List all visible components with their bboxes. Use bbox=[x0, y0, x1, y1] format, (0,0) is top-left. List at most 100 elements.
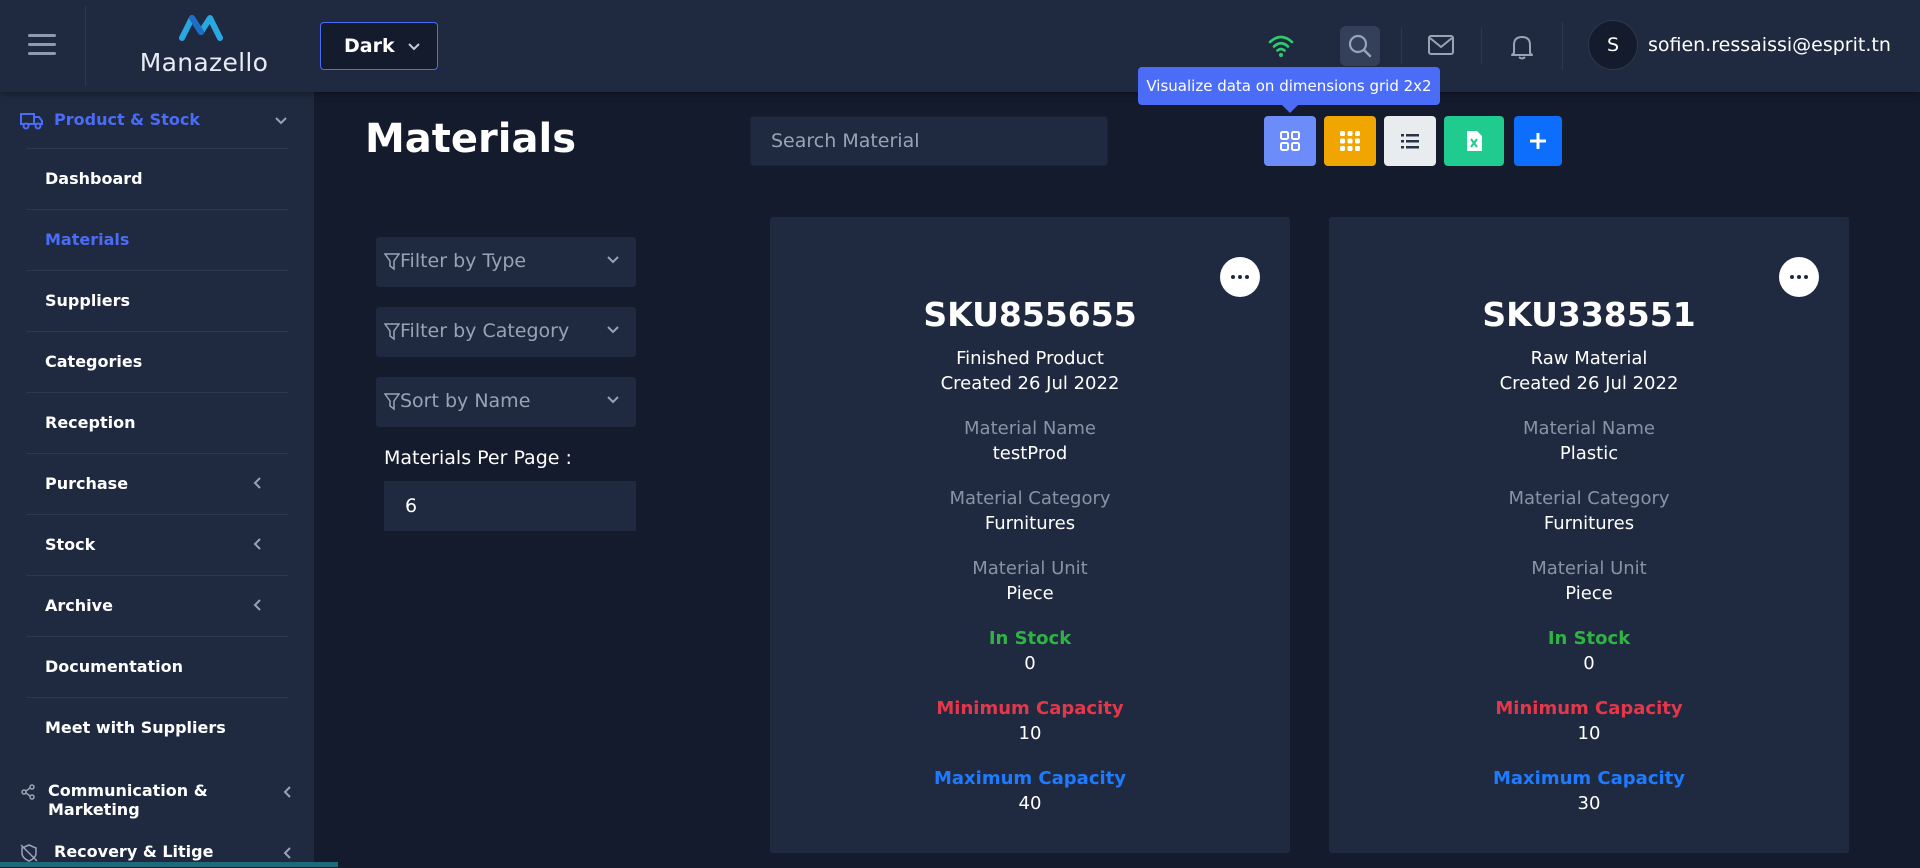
view-tooltip: Visualize data on dimensions grid 2x2 bbox=[1138, 67, 1440, 113]
sidebar-group-product-stock[interactable]: Product & Stock bbox=[20, 106, 290, 136]
divider bbox=[1481, 28, 1482, 64]
material-sku: SKU855655 bbox=[923, 295, 1137, 334]
chevron-down-icon bbox=[607, 256, 619, 264]
divider bbox=[1401, 28, 1402, 64]
sidebar: Product & Stock Dashboard Materials Supp… bbox=[0, 92, 320, 867]
filter-icon bbox=[384, 323, 400, 341]
sidebar-group-label: Product & Stock bbox=[54, 110, 200, 129]
divider bbox=[85, 6, 86, 86]
theme-select[interactable]: Dark bbox=[320, 22, 438, 70]
min-capacity-value: 10 bbox=[1018, 723, 1042, 744]
chevron-down-icon bbox=[408, 43, 420, 51]
sidebar-item-documentation[interactable]: Documentation bbox=[26, 637, 288, 698]
max-capacity-label: Maximum Capacity bbox=[934, 768, 1126, 789]
menu-icon[interactable] bbox=[28, 34, 56, 56]
in-stock-value: 0 bbox=[1024, 653, 1036, 674]
material-type: Raw Material bbox=[1530, 348, 1648, 369]
filter-by-type-select[interactable]: Filter by Type bbox=[376, 237, 636, 287]
min-capacity-value: 10 bbox=[1577, 723, 1601, 744]
sidebar-item-label: Documentation bbox=[45, 657, 184, 676]
plus-icon bbox=[1530, 133, 1546, 149]
sidebar-item-reception[interactable]: Reception bbox=[26, 393, 288, 454]
search-input[interactable] bbox=[750, 116, 1108, 166]
sidebar-item-materials[interactable]: Materials bbox=[26, 210, 288, 271]
chevron-left-icon bbox=[283, 847, 291, 859]
brand-name: Manazello bbox=[139, 48, 269, 77]
material-name-label: Material Name bbox=[1523, 418, 1655, 439]
material-name-value: Plastic bbox=[1559, 443, 1619, 464]
add-material-button[interactable] bbox=[1514, 116, 1562, 166]
sidebar-item-meet-suppliers[interactable]: Meet with Suppliers bbox=[26, 698, 288, 758]
sort-by-name-select[interactable]: Sort by Name bbox=[376, 377, 636, 427]
material-category-value: Furnitures bbox=[1543, 513, 1635, 534]
grid-2x2-view-button[interactable] bbox=[1264, 116, 1316, 166]
export-excel-button[interactable] bbox=[1444, 116, 1504, 166]
max-capacity-value: 40 bbox=[1018, 793, 1042, 814]
theme-select-value: Dark bbox=[344, 35, 395, 57]
sidebar-item-label: Categories bbox=[45, 352, 143, 371]
logo-icon bbox=[179, 15, 223, 41]
chevron-down-icon bbox=[607, 326, 619, 334]
grid-2x2-icon bbox=[1280, 131, 1300, 151]
sidebar-item-label: Meet with Suppliers bbox=[45, 718, 226, 737]
list-icon bbox=[1401, 134, 1419, 149]
user-email[interactable]: sofien.ressaissi@esprit.tn bbox=[1648, 34, 1891, 56]
material-sku: SKU338551 bbox=[1482, 295, 1696, 334]
in-stock-label: In Stock bbox=[1547, 628, 1631, 649]
sidebar-item-categories[interactable]: Categories bbox=[26, 332, 288, 393]
grid-3x3-view-button[interactable] bbox=[1324, 116, 1376, 166]
material-card: SKU338551 Raw Material Created 26 Jul 20… bbox=[1329, 217, 1849, 853]
top-bar: Manazello Dark S sofien.ressaissi@esprit… bbox=[0, 0, 1920, 92]
sidebar-item-label: Purchase bbox=[45, 474, 129, 493]
max-capacity-label: Maximum Capacity bbox=[1493, 768, 1685, 789]
brand-logo[interactable]: Manazello bbox=[138, 12, 270, 77]
bell-icon[interactable] bbox=[1502, 26, 1542, 66]
sidebar-item-suppliers[interactable]: Suppliers bbox=[26, 271, 288, 332]
search-icon[interactable] bbox=[1340, 26, 1380, 66]
mail-icon[interactable] bbox=[1420, 26, 1460, 66]
chevron-left-icon bbox=[253, 477, 261, 489]
material-category-label: Material Category bbox=[949, 488, 1111, 509]
per-page-label: Materials Per Page : bbox=[384, 447, 572, 469]
material-category-label: Material Category bbox=[1508, 488, 1670, 509]
filter-by-category-select[interactable]: Filter by Category bbox=[376, 307, 636, 357]
sidebar-item-label: Reception bbox=[45, 413, 136, 432]
sidebar-item-dashboard[interactable]: Dashboard bbox=[26, 149, 288, 210]
chevron-left-icon bbox=[253, 599, 261, 611]
sidebar-item-label: Materials bbox=[45, 230, 130, 249]
list-view-button[interactable] bbox=[1384, 116, 1436, 166]
divider bbox=[1562, 22, 1563, 70]
filter-icon bbox=[384, 393, 400, 411]
wifi-status-icon[interactable] bbox=[1260, 26, 1300, 66]
sidebar-item-archive[interactable]: Archive bbox=[26, 576, 288, 637]
sidebar-item-stock[interactable]: Stock bbox=[26, 515, 288, 576]
material-created: Created 26 Jul 2022 bbox=[940, 373, 1120, 394]
sidebar-section-communication[interactable]: Communication & Marketing bbox=[20, 777, 292, 819]
avatar[interactable]: S bbox=[1588, 20, 1638, 70]
max-capacity-value: 30 bbox=[1577, 793, 1601, 814]
more-options-button[interactable] bbox=[1220, 257, 1260, 297]
sidebar-scrollbar[interactable] bbox=[314, 356, 320, 859]
status-strip bbox=[0, 862, 338, 867]
sidebar-section-label: Communication & Marketing bbox=[48, 781, 208, 819]
material-unit-value: Piece bbox=[1006, 583, 1054, 604]
more-options-button[interactable] bbox=[1779, 257, 1819, 297]
material-type: Finished Product bbox=[956, 348, 1104, 369]
sidebar-item-label: Dashboard bbox=[45, 169, 143, 188]
truck-icon bbox=[20, 113, 43, 130]
in-stock-label: In Stock bbox=[988, 628, 1072, 649]
per-page-input[interactable] bbox=[384, 481, 636, 531]
material-category-value: Furnitures bbox=[984, 513, 1076, 534]
filter-icon bbox=[384, 253, 400, 271]
filter-label: Filter by Type bbox=[400, 250, 527, 272]
excel-icon bbox=[1467, 131, 1482, 151]
grid-3x3-icon bbox=[1340, 131, 1360, 151]
share-icon bbox=[21, 784, 35, 800]
material-name-label: Material Name bbox=[964, 418, 1096, 439]
sidebar-item-purchase[interactable]: Purchase bbox=[26, 454, 288, 515]
chevron-left-icon bbox=[283, 786, 291, 798]
in-stock-value: 0 bbox=[1583, 653, 1595, 674]
chevron-down-icon bbox=[275, 117, 287, 125]
min-capacity-label: Minimum Capacity bbox=[1495, 698, 1683, 719]
chevron-down-icon bbox=[607, 396, 619, 404]
